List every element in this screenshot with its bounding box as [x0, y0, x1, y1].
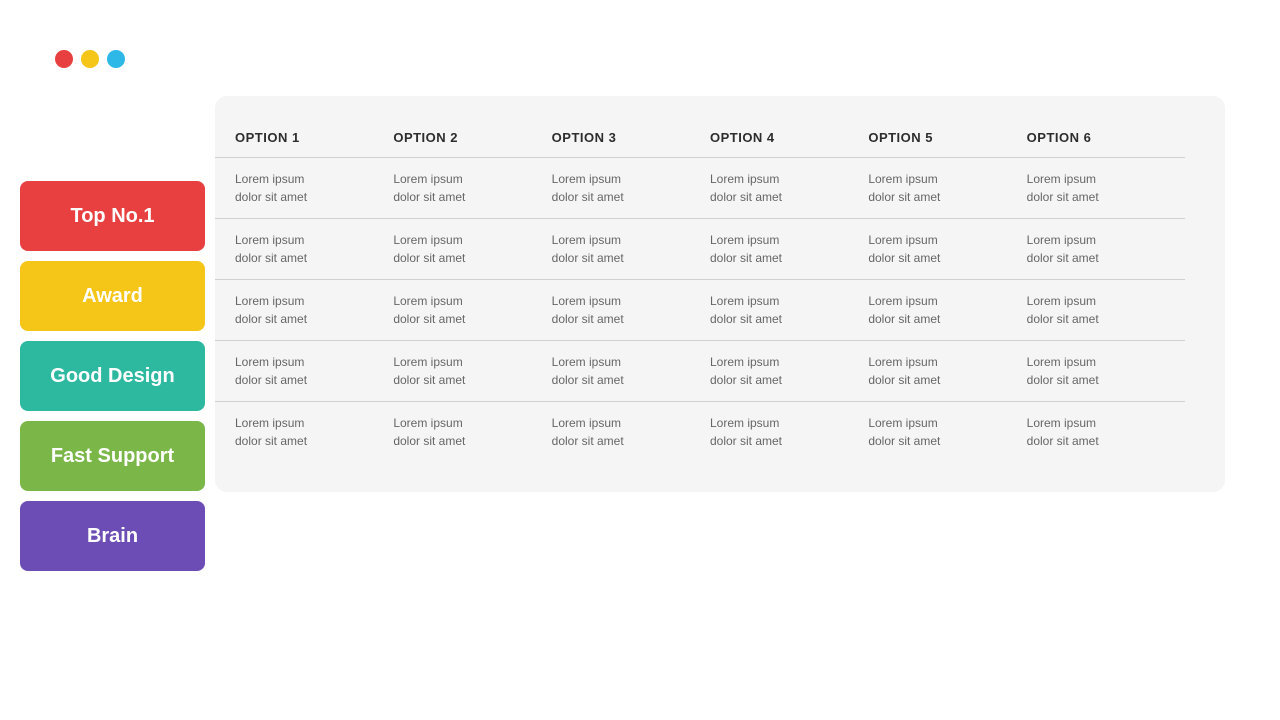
table-wrapper: Top No.1AwardGood DesignFast SupportBrai…: [215, 126, 1185, 462]
col-header-1: OPTION 1: [235, 126, 393, 149]
cell-r5-c1: Lorem ipsum dolor sit amet: [235, 414, 393, 450]
cell-r3-c3: Lorem ipsum dolor sit amet: [552, 292, 710, 328]
col-header-2: OPTION 2: [393, 126, 551, 149]
cell-r2-c3: Lorem ipsum dolor sit amet: [552, 231, 710, 267]
cell-r2-c5: Lorem ipsum dolor sit amet: [868, 231, 1026, 267]
cell-r3-c2: Lorem ipsum dolor sit amet: [393, 292, 551, 328]
cell-r2-c4: Lorem ipsum dolor sit amet: [710, 231, 868, 267]
table-row-3: Lorem ipsum dolor sit ametLorem ipsum do…: [215, 279, 1185, 340]
row-label-1: Top No.1: [20, 181, 205, 251]
row-labels: Top No.1 Award Good Design Fast Support Brai…: [20, 181, 205, 581]
row-label-5: Brain: [20, 501, 205, 571]
table-grid: OPTION 1OPTION 2OPTION 3OPTION 4OPTION 5…: [215, 126, 1185, 462]
row-label-3: Good Design: [20, 341, 205, 411]
cell-r1-c5: Lorem ipsum dolor sit amet: [868, 170, 1026, 206]
col-headers: OPTION 1OPTION 2OPTION 3OPTION 4OPTION 5…: [215, 126, 1185, 149]
cell-r2-c1: Lorem ipsum dolor sit amet: [235, 231, 393, 267]
col-header-6: OPTION 6: [1027, 126, 1185, 149]
cell-r3-c5: Lorem ipsum dolor sit amet: [868, 292, 1026, 328]
cell-r1-c3: Lorem ipsum dolor sit amet: [552, 170, 710, 206]
cell-r4-c3: Lorem ipsum dolor sit amet: [552, 353, 710, 389]
cell-r1-c6: Lorem ipsum dolor sit amet: [1027, 170, 1185, 206]
cell-r5-c6: Lorem ipsum dolor sit amet: [1027, 414, 1185, 450]
cell-r4-c4: Lorem ipsum dolor sit amet: [710, 353, 868, 389]
dot-blue: [107, 50, 125, 68]
dots-row: [55, 50, 1225, 68]
cell-r3-c1: Lorem ipsum dolor sit amet: [235, 292, 393, 328]
cell-r4-c1: Lorem ipsum dolor sit amet: [235, 353, 393, 389]
table-row-1: Lorem ipsum dolor sit ametLorem ipsum do…: [215, 157, 1185, 218]
cell-r4-c6: Lorem ipsum dolor sit amet: [1027, 353, 1185, 389]
row-label-4: Fast Support: [20, 421, 205, 491]
dot-red: [55, 50, 73, 68]
cell-r4-c5: Lorem ipsum dolor sit amet: [868, 353, 1026, 389]
cell-r1-c4: Lorem ipsum dolor sit amet: [710, 170, 868, 206]
col-header-4: OPTION 4: [710, 126, 868, 149]
cell-r4-c2: Lorem ipsum dolor sit amet: [393, 353, 551, 389]
cell-r1-c2: Lorem ipsum dolor sit amet: [393, 170, 551, 206]
row-label-2: Award: [20, 261, 205, 331]
table-rows: Lorem ipsum dolor sit ametLorem ipsum do…: [215, 157, 1185, 462]
cell-r1-c1: Lorem ipsum dolor sit amet: [235, 170, 393, 206]
cell-r5-c5: Lorem ipsum dolor sit amet: [868, 414, 1026, 450]
page: Top No.1 Award Good Design Fast Support Brai…: [0, 0, 1280, 720]
col-header-3: OPTION 3: [552, 126, 710, 149]
table-row-5: Lorem ipsum dolor sit ametLorem ipsum do…: [215, 401, 1185, 462]
table-row-4: Lorem ipsum dolor sit ametLorem ipsum do…: [215, 340, 1185, 401]
table-container: Top No.1AwardGood DesignFast SupportBrai…: [215, 96, 1225, 492]
cell-r5-c2: Lorem ipsum dolor sit amet: [393, 414, 551, 450]
cell-r3-c4: Lorem ipsum dolor sit amet: [710, 292, 868, 328]
cell-r2-c6: Lorem ipsum dolor sit amet: [1027, 231, 1185, 267]
cell-r3-c6: Lorem ipsum dolor sit amet: [1027, 292, 1185, 328]
col-header-5: OPTION 5: [868, 126, 1026, 149]
table-row-2: Lorem ipsum dolor sit ametLorem ipsum do…: [215, 218, 1185, 279]
cell-r5-c4: Lorem ipsum dolor sit amet: [710, 414, 868, 450]
cell-r5-c3: Lorem ipsum dolor sit amet: [552, 414, 710, 450]
dot-yellow: [81, 50, 99, 68]
cell-r2-c2: Lorem ipsum dolor sit amet: [393, 231, 551, 267]
